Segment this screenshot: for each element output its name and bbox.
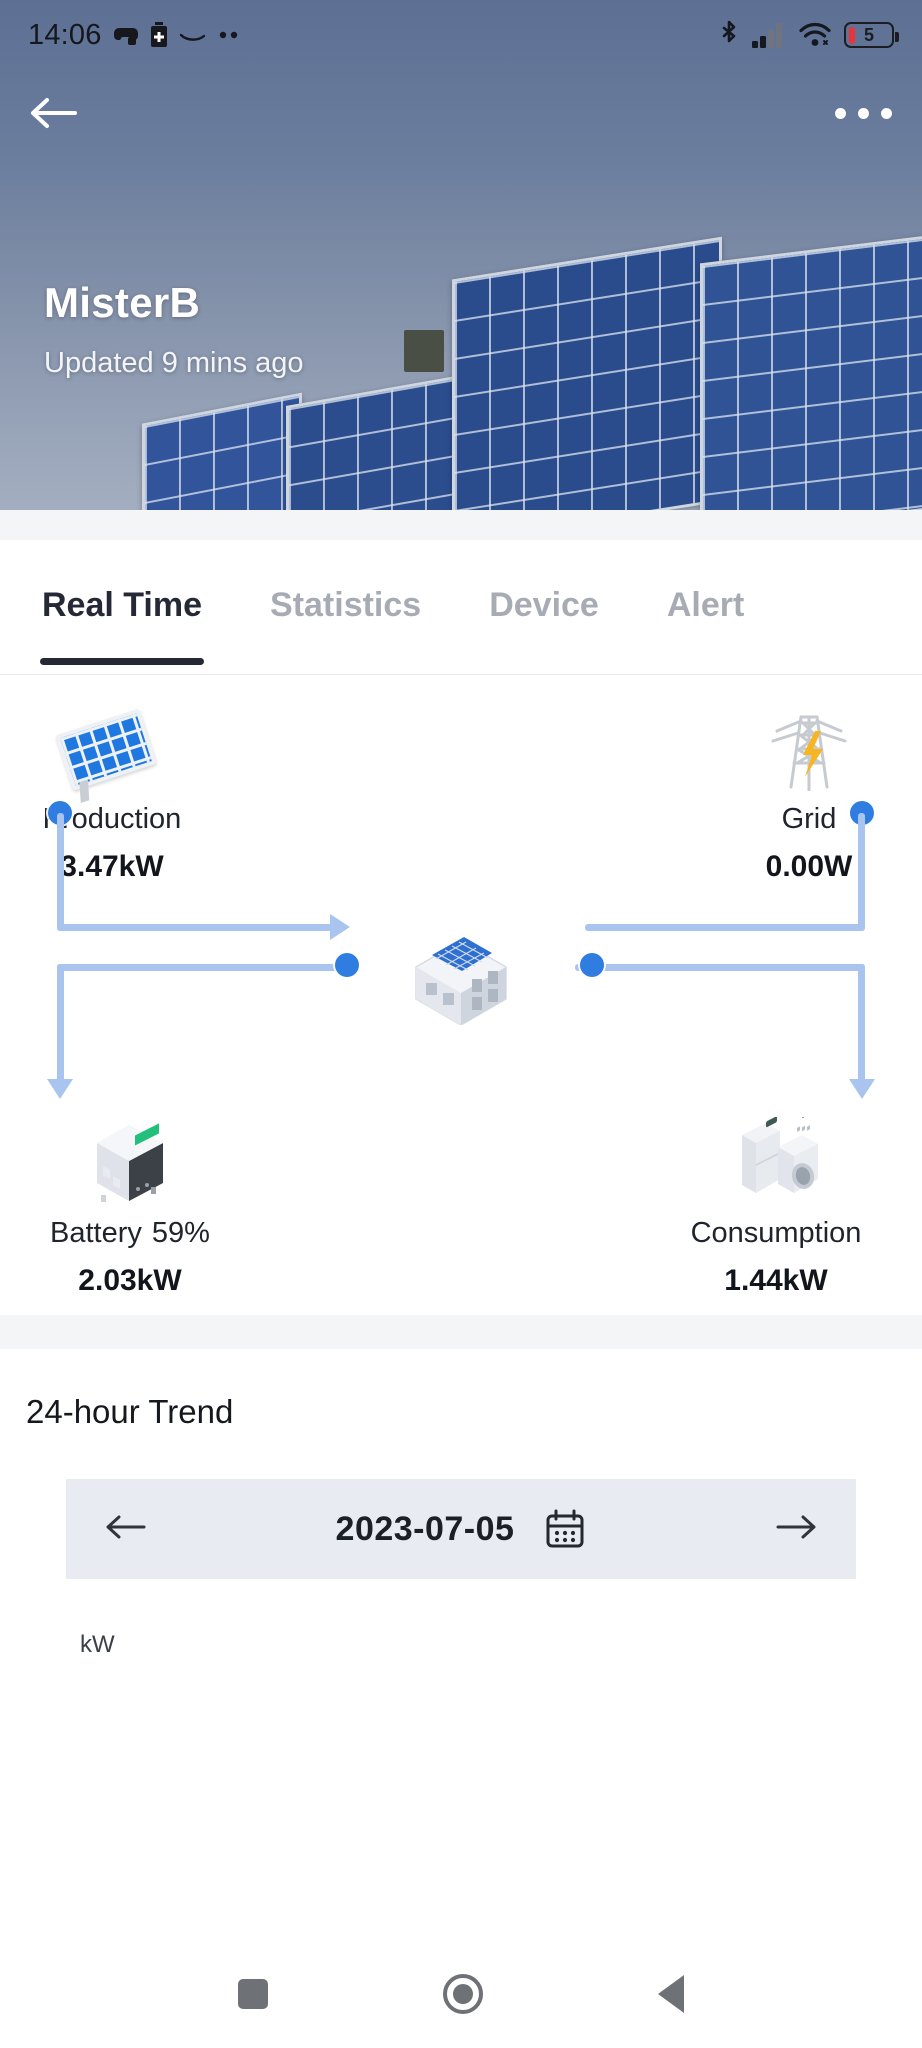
node-grid[interactable]: Grid 0.00W: [714, 699, 904, 884]
flow-line-production-right: [57, 924, 332, 931]
node-production[interactable]: Production 3.47kW: [22, 699, 202, 884]
flow-line-grid-down: [858, 813, 865, 931]
selected-date: 2023-07-05: [335, 1509, 515, 1548]
node-battery[interactable]: Battery 59% 2.03kW: [20, 1113, 240, 1298]
home-dot: [452, 1984, 473, 2004]
grid-label: Grid: [781, 803, 837, 835]
menu-dot: [881, 107, 892, 119]
page-title: MisterB: [44, 279, 201, 326]
flow-arrow-to-consumption: [849, 1079, 875, 1099]
battery-label-row: Battery 59%: [20, 1217, 240, 1250]
game-controller-icon: [113, 24, 139, 46]
overflow-menu-icon[interactable]: [835, 107, 892, 119]
flow-line-battery-right: [57, 964, 347, 971]
flow-line-consumption-down: [858, 964, 865, 1086]
android-nav-bar[interactable]: [0, 1940, 922, 2048]
consumption-label: Consumption: [690, 1217, 862, 1249]
flow-line-grid-left: [585, 924, 865, 931]
cellular-signal-icon: [752, 22, 786, 48]
flow-line-consumption-right: [575, 964, 865, 971]
production-value: 3.47kW: [60, 850, 164, 883]
flow-dot-battery: [335, 953, 359, 977]
flow-arrow-to-house-left: [330, 914, 350, 940]
square-recents-icon[interactable]: [237, 1979, 268, 2009]
tabstrip-spacer: [0, 510, 922, 540]
home-appliances-icon: [646, 1106, 906, 1205]
consumption-value: 1.44kW: [724, 1264, 828, 1297]
battery-status-icon: 5: [844, 22, 899, 48]
menu-dot: [858, 107, 869, 119]
tab-real-time[interactable]: Real Time: [39, 586, 205, 665]
battery-cabinet-icon: [20, 1113, 240, 1205]
solar-panel-photo: [452, 236, 722, 510]
power-pylon-icon: [714, 699, 904, 791]
more-dots-icon: [218, 31, 242, 39]
status-bar: 14:06 5: [0, 0, 922, 70]
flow-line-production-down: [57, 813, 64, 931]
battery-level-label: 5: [863, 25, 874, 45]
trend-section: 24-hour Trend 2023-07-05 kW: [0, 1349, 922, 1689]
menu-dot: [835, 107, 846, 119]
flow-dot-consumption: [580, 953, 604, 977]
bluetooth-icon: [719, 20, 739, 50]
chart-y-axis-unit: kW: [80, 1631, 115, 1658]
tab-device[interactable]: Device: [489, 586, 599, 629]
wifi-icon: [799, 22, 831, 48]
hero-text-block: MisterB Updated 9 mins ago: [44, 279, 304, 380]
next-day-button[interactable]: [774, 1509, 818, 1549]
flow-line-battery-down: [57, 964, 64, 1086]
status-bar-left: 14:06: [28, 19, 242, 52]
tab-alert[interactable]: Alert: [667, 586, 744, 629]
hero-header: 14:06 5 MisterB Updated 9 mins ago: [0, 0, 922, 510]
prev-day-button[interactable]: [104, 1509, 148, 1549]
status-bar-clock: 14:06: [28, 18, 102, 51]
back-arrow-icon[interactable]: [30, 96, 78, 130]
trend-title: 24-hour Trend: [26, 1393, 234, 1430]
triangle-back-icon[interactable]: [658, 1975, 685, 2013]
battery-label: Battery: [50, 1217, 142, 1249]
last-updated-label: Updated 9 mins ago: [44, 347, 304, 379]
hero-nav-row: [0, 78, 922, 148]
battery-value: 2.03kW: [78, 1264, 182, 1297]
battery-fill: [849, 26, 855, 44]
node-consumption[interactable]: Consumption 1.44kW: [646, 1106, 906, 1298]
battery-plus-icon: [150, 22, 168, 48]
panel-mount: [404, 330, 444, 372]
status-bar-right: 5: [719, 20, 899, 50]
battery-percent: 59%: [151, 1217, 210, 1249]
section-divider: [0, 1315, 922, 1349]
calendar-icon[interactable]: [544, 1508, 586, 1550]
circle-home-icon[interactable]: [442, 1974, 483, 2014]
date-selector[interactable]: 2023-07-05: [66, 1479, 856, 1579]
date-display[interactable]: 2023-07-05: [336, 1508, 587, 1550]
tab-statistics[interactable]: Statistics: [270, 586, 421, 629]
solar-panel-photo: [700, 232, 922, 510]
flow-arrow-to-battery: [47, 1079, 73, 1099]
tab-bar[interactable]: Real Time Statistics Device Alert: [0, 540, 922, 675]
house-icon: [396, 921, 526, 1026]
grid-value: 0.00W: [765, 850, 853, 883]
amazon-icon: [179, 27, 207, 43]
energy-flow-diagram: Production 3.47kW Grid 0.00W Battery 59%…: [0, 675, 922, 1315]
solar-panel-icon: [22, 699, 202, 803]
